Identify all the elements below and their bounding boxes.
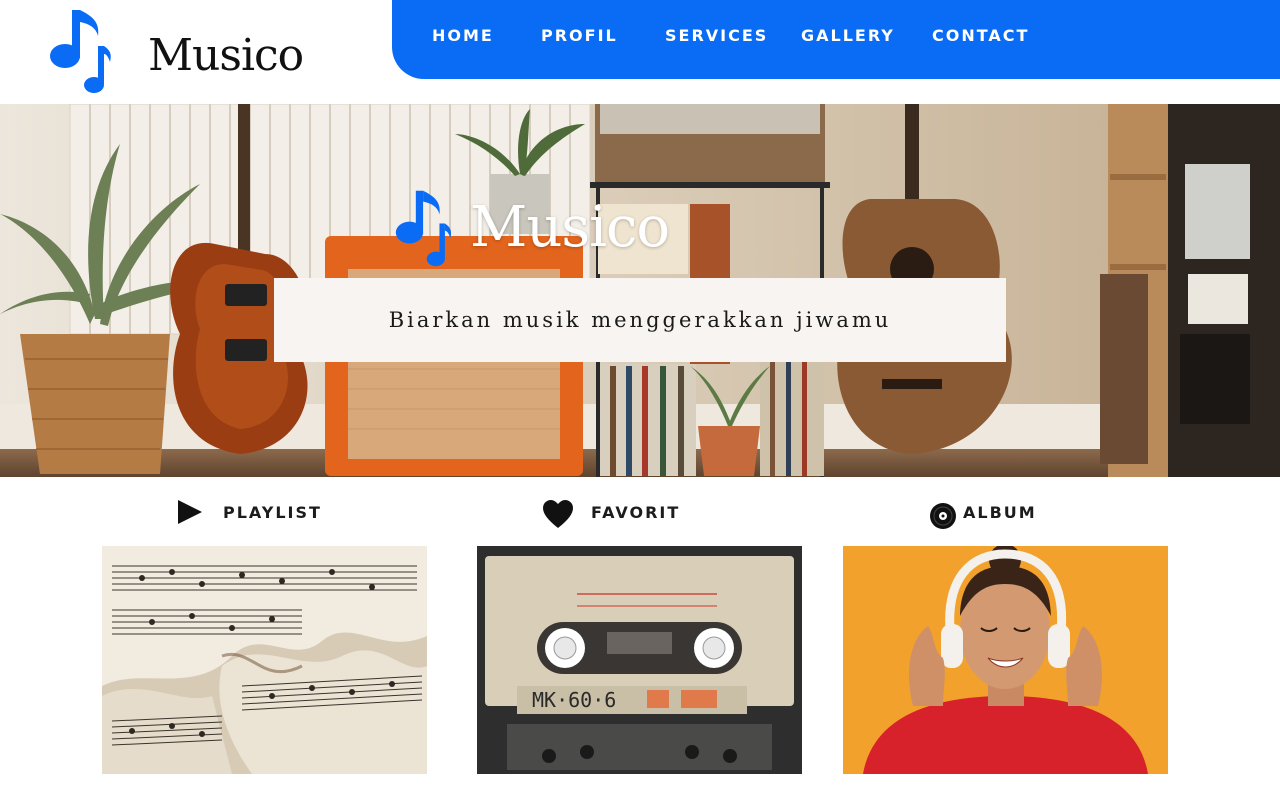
card-favorit-label[interactable]: FAVORIT [591,503,680,523]
hero-logo: Musico [394,182,714,272]
cassette-tape-image[interactable]: MK·60·6 [477,546,802,774]
nav-gallery[interactable]: GALLERY [801,26,895,46]
nav-contact[interactable]: CONTACT [932,26,1029,46]
woman-headphones-image[interactable] [843,546,1168,774]
nav-home[interactable]: HOME [432,26,494,46]
vinyl-record-icon [930,503,956,529]
card-playlist-label[interactable]: PLAYLIST [223,503,322,523]
nav-profil[interactable]: PROFIL [541,26,618,46]
music-note-icon [395,190,452,267]
nav-services[interactable]: SERVICES [665,26,768,46]
site-logo[interactable]: Musico [48,6,308,98]
hero-brand-name: Musico [470,195,670,260]
card-album-label[interactable]: ALBUM [963,503,1037,523]
card-favorit-header[interactable]: FAVORIT [542,498,702,528]
heart-icon [543,500,573,528]
hero-tagline: Biarkan musik menggerakkan jiwamu [388,308,892,332]
card-album-header[interactable]: ALBUM [929,498,1089,529]
sheet-music-image[interactable] [102,546,427,774]
cassette-label: MK·60·6 [532,688,616,712]
music-note-icon [50,10,111,93]
hero-banner: Musico Biarkan musik menggerakkan jiwamu [0,104,1280,477]
card-playlist-header[interactable]: PLAYLIST [176,498,336,528]
brand-name: Musico [148,30,304,81]
tagline-box: Biarkan musik menggerakkan jiwamu [274,278,1006,362]
main-navbar: HOME PROFIL SERVICES GALLERY CONTACT [392,0,1280,79]
play-icon [178,500,202,524]
